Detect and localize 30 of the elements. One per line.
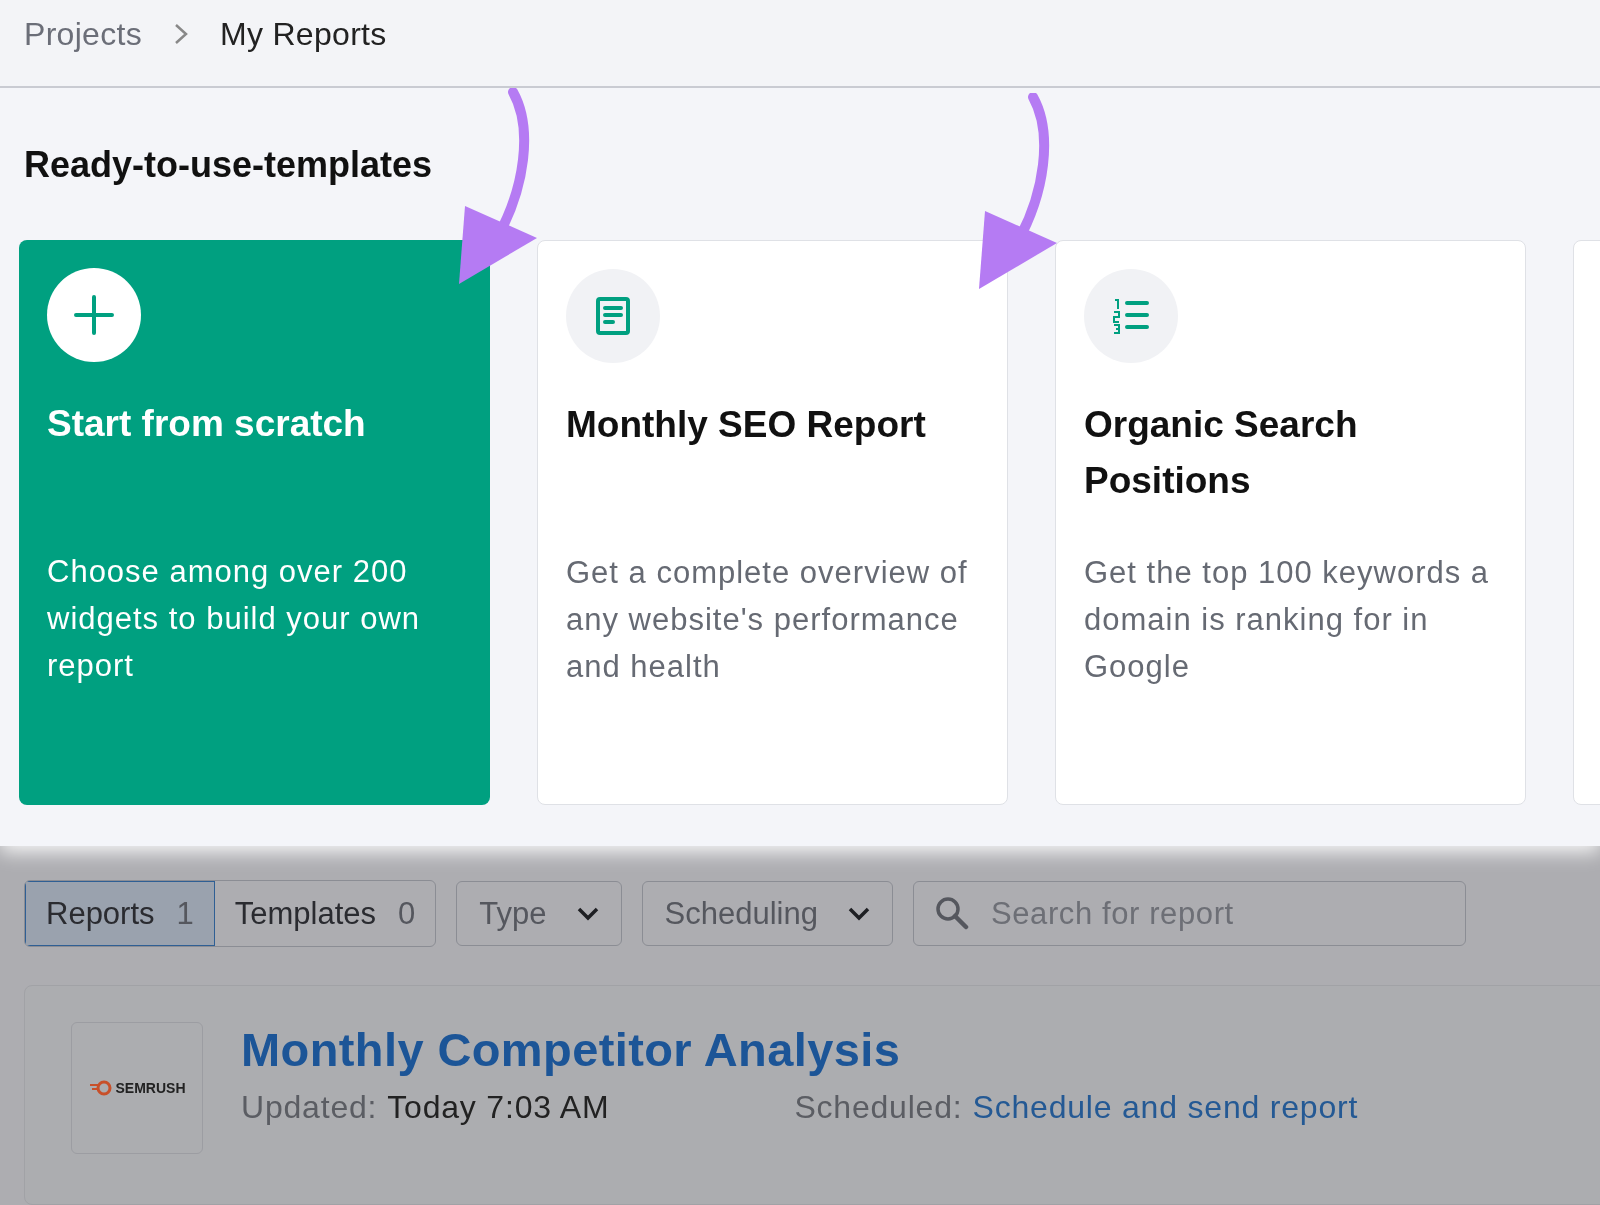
scheduled-label: Scheduled:: [794, 1089, 963, 1126]
card-description: Get the top 100 keywords a domain is ranking for in Google: [1084, 554, 1491, 686]
updated-label: Updated:: [241, 1089, 378, 1126]
numbered-list-icon: [1112, 297, 1150, 335]
plus-icon: [73, 294, 115, 336]
card-title: Monthly SEO Report: [566, 403, 927, 447]
card-title: Start from scratch: [47, 402, 367, 446]
tab[interactable]: Templates 0: [214, 881, 436, 946]
breadcrumb-link[interactable]: My Reports: [220, 15, 387, 53]
template-card[interactable]: Organic Search Positions Get the top 100 keywords a domain is ranking for in Google: [1055, 240, 1526, 805]
template-card[interactable]: Monthly SEO Report Get a complete overview of any website's performance and health: [537, 240, 1008, 805]
chevron-down-icon: [847, 906, 870, 921]
search-field[interactable]: Search for report: [912, 881, 1466, 946]
schedule-link[interactable]: Schedule and send report: [972, 1089, 1359, 1126]
breadcrumb-link[interactable]: Projects: [24, 15, 142, 53]
tab[interactable]: Reports 1: [25, 881, 215, 946]
card-description: Choose among over 200 widgets to build your own report: [47, 553, 422, 685]
document-icon: [596, 297, 630, 335]
card-title: Organic Search Positions: [1084, 403, 1359, 503]
chevron-down-icon: [576, 906, 599, 921]
flame-icon: [88, 1080, 113, 1096]
updated-value: Today 7:03 AM: [387, 1089, 610, 1126]
search-icon: [934, 896, 969, 930]
filter-dropdown[interactable]: Type: [456, 881, 622, 946]
report-title[interactable]: Monthly Competitor Analysis: [241, 1022, 1359, 1077]
card-description: Get a complete overview of any website's performance and health: [566, 554, 969, 686]
logo-text: SEMRUSH: [115, 1080, 186, 1096]
filter-dropdown[interactable]: Scheduling: [641, 881, 893, 946]
section-title: Ready-to-use-templates: [24, 144, 434, 186]
template-card[interactable]: Start from scratch Choose among over 200 widgets to build your own report: [19, 240, 490, 805]
